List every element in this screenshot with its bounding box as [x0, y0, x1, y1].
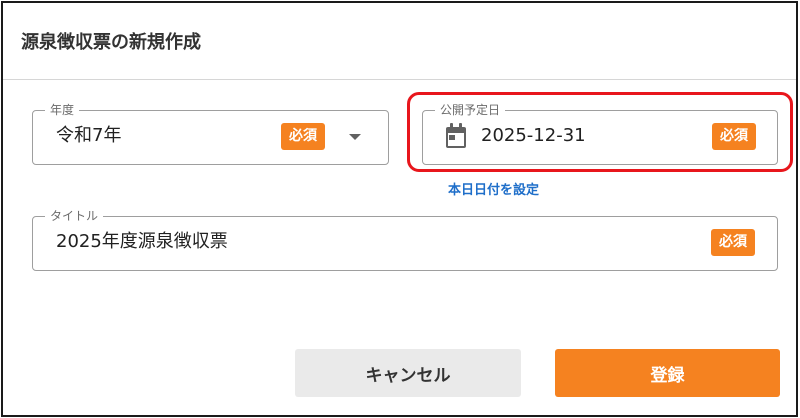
- year-label: 年度: [45, 102, 80, 118]
- title-label: タイトル: [45, 208, 104, 224]
- cancel-button[interactable]: キャンセル: [295, 349, 521, 397]
- dialog-header: 源泉徴収票の新規作成: [3, 3, 796, 80]
- publish-date-label: 公開予定日: [435, 102, 506, 118]
- year-required-badge: 必須: [281, 123, 325, 150]
- publish-date-required-badge: 必須: [712, 123, 756, 150]
- set-today-link[interactable]: 本日日付を設定: [448, 179, 539, 198]
- register-button[interactable]: 登録: [555, 349, 780, 397]
- publish-date-field[interactable]: 公開予定日 2025-12-31 必須: [422, 102, 778, 165]
- title-required-badge: 必須: [711, 229, 755, 256]
- title-value[interactable]: 2025年度源泉徴収票: [56, 229, 228, 255]
- dropdown-arrow-icon[interactable]: [349, 134, 361, 140]
- create-withholding-slip-dialog: 源泉徴収票の新規作成 年度 令和7年 必須 公開予定日 2025-12-31 必…: [1, 1, 798, 417]
- title-field[interactable]: タイトル 2025年度源泉徴収票 必須: [32, 208, 778, 271]
- dialog-title: 源泉徴収票の新規作成: [21, 32, 201, 53]
- year-select[interactable]: 年度 令和7年 必須: [32, 102, 389, 165]
- calendar-icon[interactable]: [445, 123, 467, 149]
- publish-date-value: 2025-12-31: [481, 125, 586, 146]
- year-value: 令和7年: [56, 125, 122, 146]
